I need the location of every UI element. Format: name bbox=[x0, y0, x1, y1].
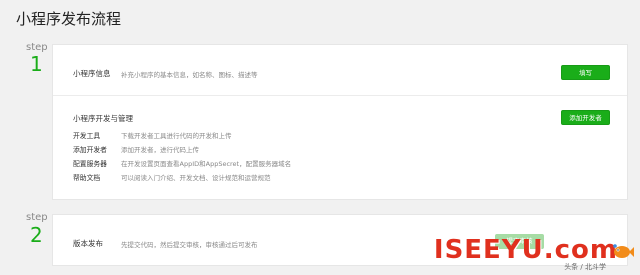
mini-program-info-desc: 补充小程序的基本信息，如名称、图标、描述等 bbox=[121, 71, 258, 79]
step-1-number: 1 bbox=[30, 52, 43, 76]
add-developer-desc: 添加开发者，进行代码上传 bbox=[121, 146, 199, 154]
help-docs-label: 帮助文档 bbox=[73, 174, 101, 182]
config-server-label: 配置服务器 bbox=[73, 160, 107, 168]
card-divider bbox=[53, 95, 627, 96]
add-developer-label: 添加开发者 bbox=[73, 146, 107, 154]
page-title: 小程序发布流程 bbox=[16, 10, 122, 28]
step-2-number: 2 bbox=[30, 223, 43, 247]
release-title: 版本发布 bbox=[73, 239, 103, 248]
dev-tools-label: 开发工具 bbox=[73, 132, 101, 140]
watermark-subtext: 头条 / 北斗学 bbox=[564, 263, 606, 271]
help-docs-desc[interactable]: 可以阅读入门介绍、开发文档、设计规范和运营规范 bbox=[121, 172, 271, 182]
dev-tools-desc: 下载开发者工具进行代码的开发和上传 bbox=[121, 132, 232, 140]
mini-program-info-title: 小程序信息 bbox=[73, 69, 111, 78]
fish-icon bbox=[613, 244, 634, 258]
dev-management-title: 小程序开发与管理 bbox=[73, 114, 133, 123]
step-2-label: step bbox=[26, 212, 48, 223]
step-1-card: 小程序信息 补充小程序的基本信息，如名称、图标、描述等 填写 小程序开发与管理 … bbox=[52, 44, 628, 200]
config-server-desc: 在开发设置页面查看AppID和AppSecret，配置服务器域名 bbox=[121, 160, 292, 168]
fill-in-button[interactable]: 填写 bbox=[561, 65, 610, 80]
watermark-logo: ISEEYU.com bbox=[433, 235, 618, 265]
add-developer-button[interactable]: 添加开发者 bbox=[561, 110, 610, 125]
release-desc: 先提交代码，然后提交审核，审核通过后可发布 bbox=[121, 241, 258, 249]
